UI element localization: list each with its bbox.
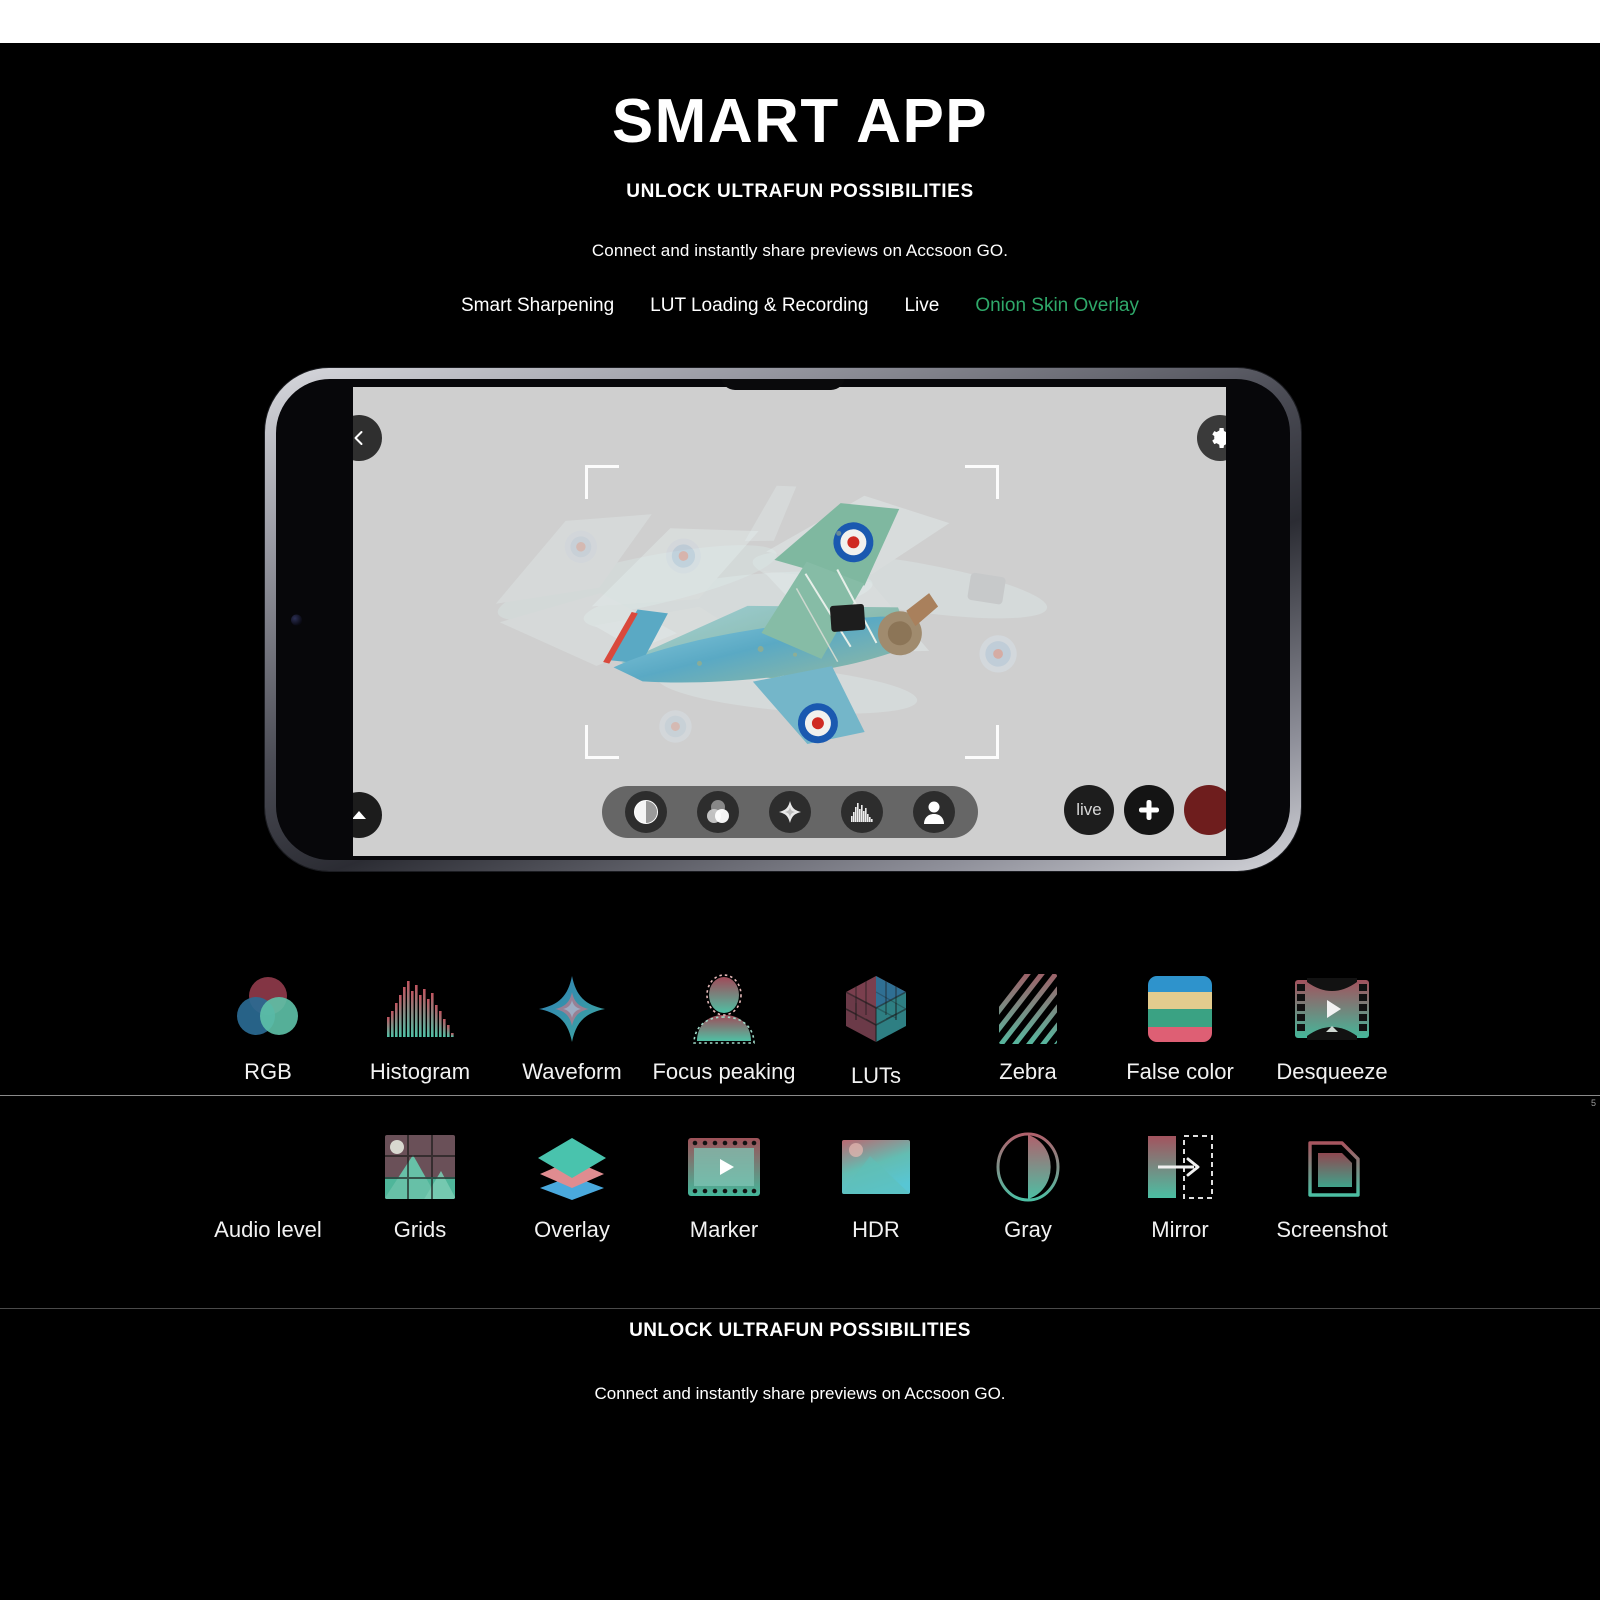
edge-mark: 5 [1590, 1098, 1596, 1108]
feature-label: Screenshot [1276, 1217, 1388, 1242]
plus-icon [1139, 800, 1159, 820]
desqueeze-film-icon [1256, 973, 1408, 1045]
toolbar-button-waveform[interactable] [769, 791, 811, 833]
feature-item-gray[interactable]: Gray [952, 1131, 1104, 1243]
feature-label: Audio level [214, 1217, 322, 1242]
hero-description: Connect and instantly share previews on … [591, 241, 1009, 260]
add-button[interactable] [1124, 785, 1174, 835]
feature-item-grids[interactable]: Grids [344, 1131, 496, 1243]
toolbar-button-gray[interactable] [625, 791, 667, 833]
capture-controls: live [1064, 785, 1226, 835]
zebra-stripes-icon [952, 973, 1104, 1045]
histogram-icon [851, 803, 873, 822]
feature-item-screenshot[interactable]: Screenshot [1256, 1131, 1408, 1243]
chevron-left-icon [354, 431, 363, 445]
nav-item-onion-skin-overlay[interactable]: Onion Skin Overlay [957, 295, 1157, 317]
feature-label: Grids [393, 1217, 447, 1242]
gray-contrast-icon [952, 1131, 1104, 1203]
grids-icon [344, 1131, 496, 1203]
framing-bracket-top-left [585, 465, 619, 499]
page-title: SMART APP [611, 87, 989, 156]
feature-label: Desqueeze [1276, 1059, 1388, 1084]
audio-level-icon [192, 1131, 344, 1203]
feature-label: Focus peaking [652, 1059, 796, 1084]
toolbar-button-histogram[interactable] [841, 791, 883, 833]
waveform-diamond-icon [779, 801, 801, 823]
rgb-circles-icon [192, 973, 344, 1045]
toolbar-button-rgb[interactable] [697, 791, 739, 833]
phone-bezel: live [276, 379, 1290, 860]
footer-description: Connect and instantly share previews on … [594, 1384, 1006, 1403]
framing-bracket-bottom-left [585, 725, 619, 759]
feature-item-overlay[interactable]: Overlay [496, 1131, 648, 1243]
feature-item-false-color[interactable]: False color [1104, 973, 1256, 1085]
front-camera-icon [291, 614, 302, 625]
rgb-circles-icon [707, 800, 729, 823]
feature-label: False color [1126, 1059, 1234, 1084]
toolbar-button-focus-peaking[interactable] [913, 791, 955, 833]
waveform-diamond-icon [496, 973, 648, 1045]
feature-item-mirror[interactable]: Mirror [1104, 1131, 1256, 1243]
overlay-layers-icon [496, 1131, 648, 1203]
feature-item-rgb[interactable]: RGB [192, 973, 344, 1085]
false-color-bars-icon [1104, 973, 1256, 1045]
feature-label: Marker [689, 1217, 759, 1242]
feature-item-marker[interactable]: Marker [648, 1131, 800, 1243]
feature-item-audio-level[interactable]: Audio level [192, 1131, 344, 1243]
feature-item-zebra[interactable]: Zebra [952, 973, 1104, 1085]
framing-bracket-top-right [965, 465, 999, 499]
feature-row-1: RGB Histogram Waveform Focus peaking LUT… [0, 973, 1600, 1089]
lut-cube-icon [800, 973, 952, 1045]
phone-notch [721, 379, 845, 390]
gray-contrast-icon [634, 800, 658, 824]
feature-item-desqueeze[interactable]: Desqueeze [1256, 973, 1408, 1085]
gear-icon [1212, 428, 1226, 448]
triangle-up-icon [353, 811, 366, 819]
hdr-image-icon [800, 1131, 952, 1203]
feature-label: Overlay [534, 1217, 610, 1242]
hero-subtitle: UNLOCK ULTRAFUN POSSIBILITIES [626, 181, 974, 202]
feature-label: LUTs [850, 1063, 902, 1088]
record-button[interactable] [1184, 785, 1226, 835]
nav-item-smart-sharpening[interactable]: Smart Sharpening [443, 295, 632, 317]
hero-section: SMART APP UNLOCK ULTRAFUN POSSIBILITIES … [0, 91, 1600, 317]
live-button[interactable]: live [1064, 785, 1114, 835]
feature-label: Histogram [369, 1059, 471, 1084]
nav-item-live[interactable]: Live [886, 295, 957, 317]
section-divider [0, 1095, 1600, 1096]
feature-item-waveform[interactable]: Waveform [496, 973, 648, 1085]
feature-row-2: Audio level Grids Overlay Marker HDR Gra… [0, 1131, 1600, 1243]
histogram-icon [344, 973, 496, 1045]
marker-film-icon [648, 1131, 800, 1203]
top-white-band [0, 0, 1600, 43]
nav-item-lut-loading-recording[interactable]: LUT Loading & Recording [632, 295, 886, 317]
focus-peaking-person-icon [924, 801, 944, 824]
screenshot-icon [1256, 1131, 1408, 1203]
app-preview-screen: live [353, 387, 1226, 856]
section-divider-2 [0, 1308, 1600, 1309]
feature-label: Waveform [522, 1059, 622, 1084]
feature-label: Mirror [1151, 1217, 1209, 1242]
feature-item-hdr[interactable]: HDR [800, 1131, 952, 1243]
feature-item-histogram[interactable]: Histogram [344, 973, 496, 1085]
framing-bracket-bottom-right [965, 725, 999, 759]
footer-title: UNLOCK ULTRAFUN POSSIBILITIES [629, 1320, 971, 1341]
feature-nav: Smart Sharpening LUT Loading & Recording… [0, 295, 1600, 317]
feature-item-focus-peaking[interactable]: Focus peaking [648, 973, 800, 1085]
feature-label: Gray [1004, 1217, 1052, 1242]
preview-toolbar [602, 786, 978, 838]
feature-label: RGB [244, 1059, 292, 1084]
phone-device: live [265, 368, 1301, 871]
feature-item-luts[interactable]: LUTs [800, 973, 952, 1089]
feature-label: Zebra [999, 1059, 1057, 1084]
focus-peaking-person-icon [648, 973, 800, 1045]
mirror-icon [1104, 1131, 1256, 1203]
page-root: SMART APP UNLOCK ULTRAFUN POSSIBILITIES … [0, 43, 1600, 1600]
footer-section: UNLOCK ULTRAFUN POSSIBILITIES Connect an… [0, 1320, 1600, 1404]
feature-label: HDR [852, 1217, 900, 1242]
